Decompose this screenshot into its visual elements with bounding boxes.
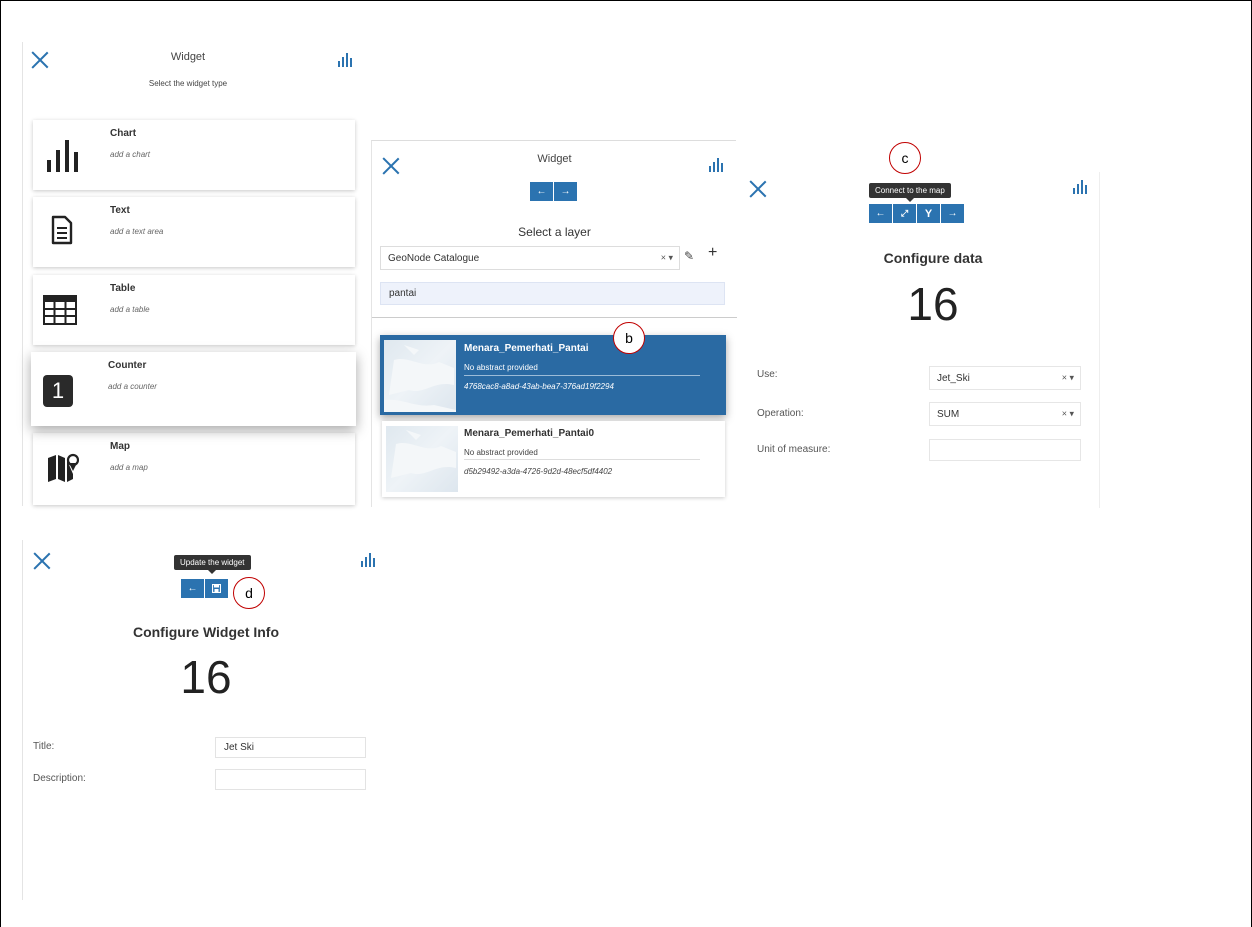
panel-title: Widget [170, 51, 206, 63]
table-icon [43, 295, 77, 330]
marker-b: b [613, 322, 645, 354]
card-desc: add a chart [110, 150, 151, 159]
configure-data-heading: Configure data [883, 250, 983, 266]
chart-widget-icon[interactable] [361, 552, 375, 567]
layer-name: Menara_Pemerhati_Pantai0 [464, 428, 595, 439]
back-button[interactable]: ← [869, 204, 892, 223]
widget-info-panel: ← Configure Widget Info 16 Title: Jet Sk… [22, 540, 388, 900]
layer-search-input[interactable]: pantai [380, 282, 725, 305]
chart-widget-icon[interactable] [709, 157, 723, 172]
step-nav: ← [181, 579, 228, 598]
layer-id: 4768cac8-a8ad-43ab-bea7-376ad19f2294 [464, 382, 614, 391]
card-desc: add a map [110, 463, 148, 472]
clear-icon[interactable]: × [1062, 409, 1067, 419]
description-label: Description: [33, 773, 86, 784]
widget-card-map[interactable]: Map add a map [33, 433, 355, 505]
unit-input[interactable] [929, 439, 1081, 461]
configure-data-panel: ← ⤢ Y → Configure data 16 Use: Jet_Ski ×… [738, 172, 1100, 508]
layer-thumbnail [384, 340, 456, 412]
select-layer-heading: Select a layer [518, 225, 591, 239]
chart-widget-icon[interactable] [338, 52, 352, 67]
filter-button[interactable]: Y [917, 204, 940, 223]
widget-card-counter[interactable]: 1 Counter add a counter [31, 352, 356, 426]
document-icon [51, 215, 73, 250]
counter-value: 16 [180, 651, 232, 703]
catalog-value: GeoNode Catalogue [388, 252, 480, 264]
counter-value: 16 [907, 278, 959, 330]
operation-value: SUM [937, 408, 960, 420]
update-widget-tooltip: Update the widget [174, 555, 251, 574]
card-desc: add a text area [110, 227, 164, 236]
layer-item[interactable]: Menara_Pemerhati_Pantai0 No abstract pro… [382, 421, 725, 497]
marker-d: d [233, 577, 265, 609]
description-input[interactable] [215, 769, 366, 790]
marker-c: c [889, 142, 921, 174]
chart-widget-icon[interactable] [1073, 179, 1087, 194]
layer-item-selected[interactable]: Menara_Pemerhati_Pantai No abstract prov… [380, 335, 726, 415]
step-nav: ← ⤢ Y → [869, 204, 964, 223]
layer-abstract: No abstract provided [464, 363, 538, 372]
close-icon[interactable] [749, 180, 767, 198]
card-title: Chart [110, 128, 137, 139]
layer-abstract: No abstract provided [464, 448, 538, 457]
widget-card-chart[interactable]: Chart add a chart [33, 120, 355, 190]
use-label: Use: [757, 369, 778, 380]
panel-title: Widget [537, 153, 572, 165]
layer-thumbnail [386, 426, 458, 492]
use-select[interactable]: Jet_Ski × ▾ [929, 366, 1081, 390]
step-nav: ← → [530, 182, 577, 201]
back-button[interactable]: ← [181, 579, 204, 598]
layer-id: d5b29492-a3da-4726-9d2d-48ecf5df4402 [464, 467, 613, 476]
edit-catalog-icon[interactable]: ✎ [684, 249, 694, 263]
divider [464, 375, 700, 376]
card-title: Table [110, 283, 136, 294]
configure-info-heading: Configure Widget Info [132, 624, 280, 640]
widget-card-text[interactable]: Text add a text area [33, 197, 355, 267]
save-icon [212, 584, 221, 593]
clear-icon[interactable]: × [661, 253, 666, 263]
bar-chart-icon [47, 138, 78, 172]
layer-name: Menara_Pemerhati_Pantai [464, 343, 589, 354]
unit-label: Unit of measure: [757, 444, 831, 455]
catalog-select[interactable]: GeoNode Catalogue × ▾ [380, 246, 680, 270]
card-desc: add a table [110, 305, 150, 314]
back-button[interactable]: ← [530, 182, 553, 201]
divider [372, 317, 737, 318]
widget-card-table[interactable]: Table add a table [33, 275, 355, 345]
use-value: Jet_Ski [937, 372, 970, 384]
card-title: Map [110, 441, 130, 452]
connect-map-tooltip: Connect to the map [869, 183, 951, 202]
divider [464, 459, 700, 460]
clear-icon[interactable]: × [1062, 373, 1067, 383]
operation-label: Operation: [757, 408, 804, 419]
title-label: Title: [33, 741, 55, 752]
counter-icon: 1 [43, 375, 73, 407]
map-icon [47, 452, 80, 487]
title-input[interactable]: Jet Ski [215, 737, 366, 758]
card-title: Text [110, 205, 130, 216]
widget-type-panel: Widget Select the widget type Chart add … [22, 42, 362, 506]
save-button[interactable] [205, 579, 228, 598]
layer-select-panel: Widget ← → Select a layer GeoNode Catalo… [371, 140, 737, 507]
card-title: Counter [108, 360, 147, 371]
add-catalog-icon[interactable]: + [708, 244, 717, 262]
operation-select[interactable]: SUM × ▾ [929, 402, 1081, 426]
next-button[interactable]: → [554, 182, 577, 201]
panel-subtitle: Select the widget type [148, 79, 228, 88]
card-desc: add a counter [108, 382, 157, 391]
connect-map-button[interactable]: ⤢ [893, 204, 916, 223]
next-button[interactable]: → [941, 204, 964, 223]
close-icon[interactable] [33, 552, 51, 570]
